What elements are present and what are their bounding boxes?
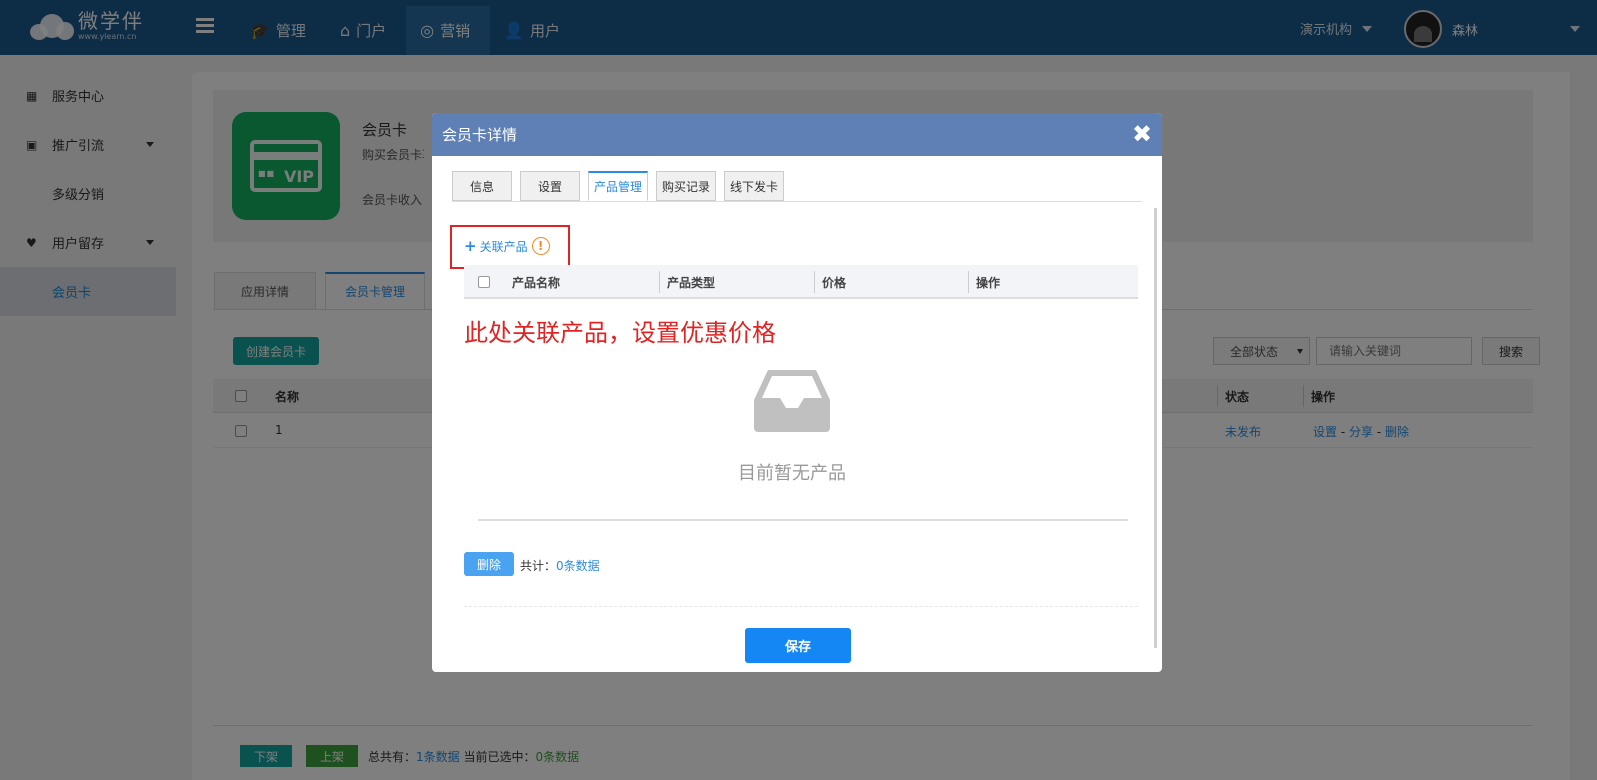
- total-count: 0条数据: [556, 559, 600, 573]
- link-product-label: 关联产品: [479, 239, 528, 254]
- warning-icon[interactable]: !: [531, 237, 550, 255]
- col-product-type: 产品类型: [667, 276, 716, 290]
- total-prefix: 共计：: [520, 559, 557, 573]
- col-product-name: 产品名称: [512, 276, 561, 290]
- column-divider: [659, 271, 660, 293]
- select-all-checkbox[interactable]: [478, 276, 490, 288]
- empty-divider: [478, 519, 1128, 521]
- col-price: 价格: [822, 276, 847, 290]
- tab-product-management[interactable]: 产品管理: [588, 171, 648, 201]
- column-divider: [814, 271, 815, 293]
- modal-tabs-divider: [452, 201, 1142, 202]
- tab-settings[interactable]: 设置: [520, 171, 580, 201]
- modal-tabs: 信息 设置 产品管理 购买记录 线下发卡: [452, 171, 792, 201]
- link-product-button[interactable]: + 关联产品 !: [464, 237, 550, 255]
- product-table-header: 产品名称 产品类型 价格 操作: [464, 265, 1138, 299]
- modal-header: 会员卡详情 ✖: [432, 113, 1162, 156]
- annotation-text: 此处关联产品，设置优惠价格: [464, 319, 776, 347]
- empty-state-text: 目前暂无产品: [738, 463, 846, 484]
- empty-inbox-icon: [754, 370, 830, 432]
- modal-title: 会员卡详情: [442, 126, 518, 144]
- col-operation: 操作: [976, 276, 1001, 290]
- tab-info[interactable]: 信息: [452, 171, 512, 201]
- member-card-detail-modal: 会员卡详情 ✖ 信息 设置 产品管理 购买记录 线下发卡 + 关联产品 ! 产品…: [432, 113, 1162, 672]
- delete-button[interactable]: 删除: [464, 552, 514, 576]
- footer-divider: [464, 606, 1138, 607]
- modal-total: 共计：0条数据: [520, 557, 600, 574]
- save-button[interactable]: 保存: [745, 628, 851, 663]
- tab-purchase-records[interactable]: 购买记录: [656, 171, 716, 201]
- close-icon[interactable]: ✖: [1130, 122, 1154, 146]
- tab-offline-issue[interactable]: 线下发卡: [724, 171, 784, 201]
- scrollbar[interactable]: [1154, 208, 1157, 648]
- plus-icon: +: [464, 237, 477, 255]
- column-divider: [968, 271, 969, 293]
